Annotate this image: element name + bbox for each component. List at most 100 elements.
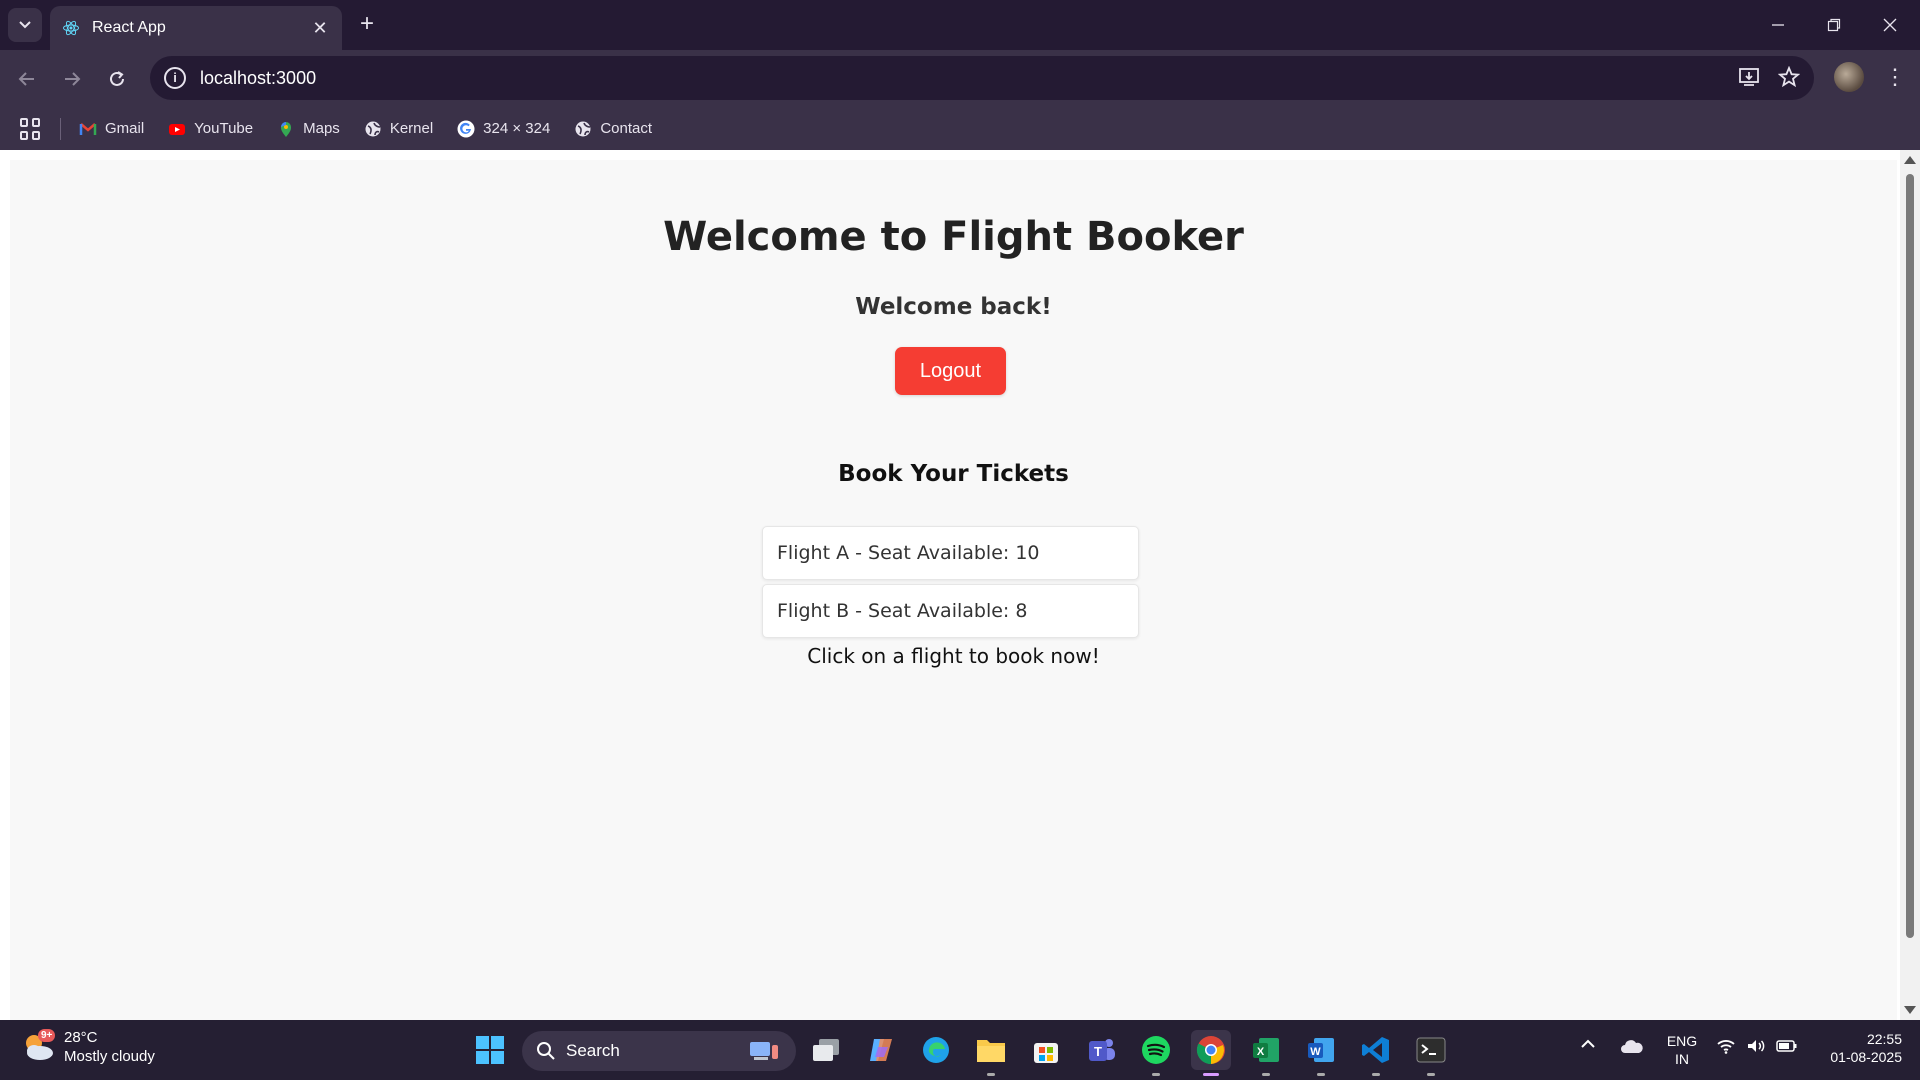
running-indicator [1372, 1073, 1380, 1076]
copilot-icon [870, 1039, 892, 1061]
back-button[interactable] [10, 62, 44, 96]
arrow-left-icon [18, 72, 34, 86]
browser-title-bar: React App ✕ + [0, 0, 1920, 50]
bookmark-324x324[interactable]: 324 × 324 [457, 120, 550, 138]
chevron-down-icon [19, 21, 31, 29]
running-indicator [1427, 1073, 1435, 1076]
youtube-icon [169, 123, 186, 135]
scrollbar-thumb[interactable] [1906, 174, 1914, 938]
page-scrollbar[interactable] [1900, 150, 1920, 1020]
word-button[interactable]: W [1301, 1030, 1341, 1076]
terminal-icon [1416, 1037, 1446, 1063]
search-label: Search [566, 1041, 620, 1060]
search-highlight-icon [750, 1042, 778, 1060]
bookmark-label: Kernel [389, 120, 434, 137]
minimize-button[interactable] [1750, 0, 1806, 50]
flight-card-b[interactable]: Flight B - Seat Available: 8 [762, 584, 1139, 638]
forward-button[interactable] [55, 62, 89, 96]
bookmarks-divider [60, 117, 61, 140]
bookmark-gmail[interactable]: Gmail [79, 120, 144, 138]
reload-button[interactable] [100, 62, 134, 96]
vscode-button[interactable] [1356, 1030, 1396, 1076]
bookmark-contact[interactable]: Contact [574, 120, 652, 138]
quick-settings-button[interactable] [1716, 1038, 1798, 1054]
more-menu-icon[interactable]: ⋮ [1880, 62, 1910, 92]
google-icon [457, 120, 475, 137]
running-indicator [1262, 1073, 1270, 1076]
gmail-icon [79, 122, 97, 135]
tab-react-app[interactable]: React App ✕ [50, 6, 342, 50]
region-code: IN [1675, 1051, 1689, 1067]
chevron-up-icon [1581, 1039, 1595, 1048]
chrome-button[interactable] [1191, 1030, 1231, 1076]
taskbar-search[interactable]: Search [522, 1031, 796, 1071]
url-text[interactable]: localhost:3000 [200, 68, 316, 89]
copilot-button[interactable] [861, 1030, 901, 1070]
excel-button[interactable]: X [1246, 1030, 1286, 1076]
restore-button[interactable] [1806, 0, 1862, 50]
weather-widget[interactable]: 9+ 28°C Mostly cloudy [20, 1028, 155, 1066]
welcome-message: Welcome back! [855, 294, 1052, 320]
weather-badge: 9+ [38, 1029, 56, 1042]
profile-avatar[interactable] [1834, 62, 1864, 92]
running-indicator [1152, 1073, 1160, 1076]
search-icon [537, 1042, 555, 1060]
close-icon [1883, 18, 1897, 32]
tab-search-button[interactable] [8, 8, 42, 42]
start-button[interactable] [470, 1030, 510, 1070]
flight-card-a[interactable]: Flight A - Seat Available: 10 [762, 526, 1139, 580]
restore-icon [1827, 18, 1841, 32]
store-button[interactable] [1026, 1030, 1066, 1070]
bookmarks-bar: Gmail YouTube Maps Kernel 324 × 324 Cont… [0, 107, 1920, 150]
page-title: Welcome to Flight Booker [663, 214, 1244, 260]
star-icon[interactable] [1778, 66, 1800, 88]
windows-taskbar: 9+ 28°C Mostly cloudy Search T X W ENG I… [0, 1020, 1920, 1080]
site-info-icon[interactable]: i [164, 67, 186, 89]
globe-icon [575, 121, 591, 136]
address-bar[interactable]: i localhost:3000 [150, 56, 1814, 100]
edge-button[interactable] [916, 1030, 956, 1070]
bookmark-kernel[interactable]: Kernel [364, 120, 433, 138]
tray-overflow-button[interactable] [1580, 1036, 1596, 1056]
scroll-up-icon[interactable] [1904, 156, 1916, 164]
task-view-icon [813, 1039, 839, 1061]
minimize-icon [1772, 24, 1784, 26]
new-tab-button[interactable]: + [352, 10, 382, 40]
terminal-button[interactable] [1411, 1030, 1451, 1076]
edge-icon [923, 1037, 949, 1063]
volume-icon [1748, 1040, 1765, 1052]
bookmark-label: YouTube [194, 120, 254, 137]
wifi-icon [1717, 1040, 1735, 1054]
active-indicator [1203, 1073, 1219, 1076]
page-viewport: Welcome to Flight Booker Welcome back! L… [0, 150, 1920, 1020]
teams-button[interactable]: T [1081, 1030, 1121, 1070]
running-indicator [987, 1073, 995, 1076]
file-explorer-button[interactable] [971, 1030, 1011, 1076]
bookmark-label: Maps [303, 120, 340, 137]
spotify-button[interactable] [1136, 1030, 1176, 1076]
task-view-button[interactable] [806, 1030, 846, 1070]
scroll-down-icon[interactable] [1904, 1006, 1916, 1014]
clock-date: 01-08-2025 [1830, 1049, 1902, 1065]
store-icon [1034, 1043, 1058, 1063]
close-window-button[interactable] [1862, 0, 1918, 50]
clock[interactable]: 22:55 01-08-2025 [1812, 1030, 1902, 1066]
clock-time: 22:55 [1866, 1031, 1902, 1047]
app-root: Welcome to Flight Booker Welcome back! L… [10, 160, 1897, 1020]
onedrive-button[interactable] [1620, 1038, 1644, 1058]
apps-grid-icon[interactable] [20, 117, 42, 140]
windows-logo-icon [476, 1036, 504, 1064]
battery-icon [1776, 1040, 1797, 1052]
vscode-icon [1362, 1037, 1389, 1063]
globe-icon [365, 121, 381, 136]
logout-button[interactable]: Logout [895, 347, 1006, 395]
tab-title: React App [92, 19, 166, 36]
close-icon[interactable]: ✕ [310, 18, 330, 39]
bookmark-youtube[interactable]: YouTube [168, 120, 253, 138]
folder-icon [977, 1040, 1005, 1062]
svg-text:T: T [1094, 1044, 1102, 1059]
install-app-icon[interactable] [1738, 66, 1760, 88]
language-indicator[interactable]: ENG IN [1664, 1032, 1700, 1068]
teams-icon: T [1089, 1039, 1115, 1061]
bookmark-maps[interactable]: Maps [277, 120, 340, 138]
